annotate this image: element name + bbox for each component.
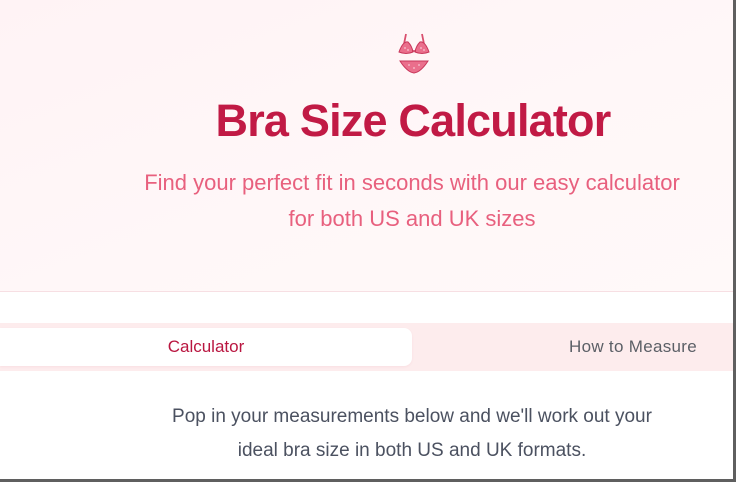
intro-text: Pop in your measurements below and we'll…: [92, 400, 732, 468]
subtitle-line-2: for both US and UK sizes: [288, 206, 536, 231]
hero-section: Bra Size Calculator Find your perfect fi…: [0, 0, 733, 292]
app-frame: Bra Size Calculator Find your perfect fi…: [0, 0, 736, 482]
page-title: Bra Size Calculator: [215, 95, 612, 146]
page-subtitle: Find your perfect fit in seconds with ou…: [92, 165, 732, 237]
subtitle-line-1: Find your perfect fit in seconds with ou…: [144, 170, 680, 195]
tab-calculator[interactable]: Calculator: [0, 328, 412, 366]
intro-line-2: ideal bra size in both US and UK formats…: [237, 440, 587, 461]
tab-how-to-measure[interactable]: How to Measure: [530, 323, 736, 371]
tab-bar: Calculator How to Measure: [0, 323, 733, 371]
intro-line-1: Pop in your measurements below and we'll…: [172, 406, 652, 427]
bikini-icon: [398, 33, 430, 74]
